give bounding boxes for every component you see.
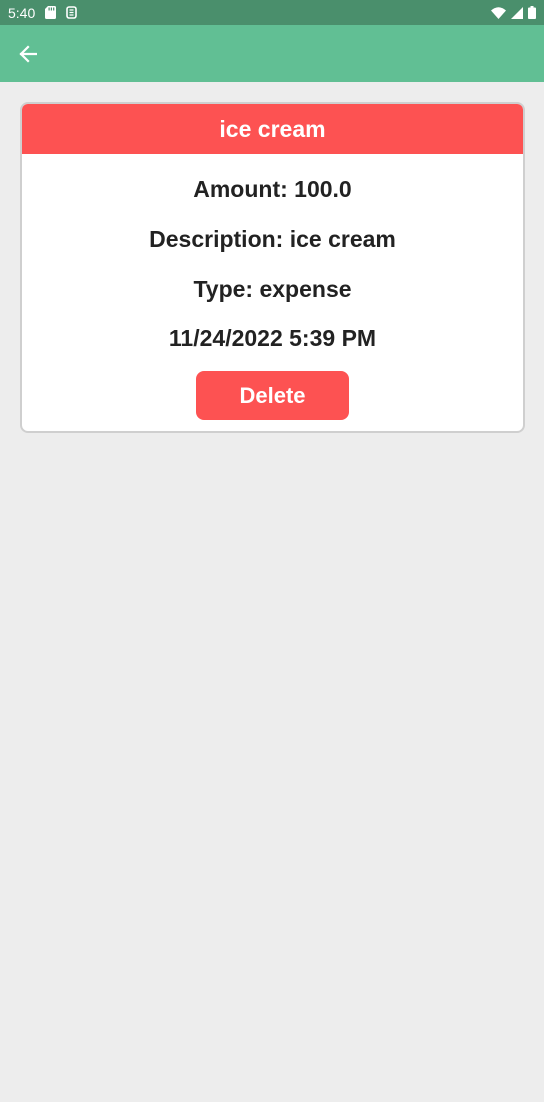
back-button[interactable] xyxy=(0,25,56,82)
amount-text: Amount: 100.0 xyxy=(193,176,352,202)
transaction-card: ice cream Amount: 100.0 Description: ice… xyxy=(20,102,525,433)
card-body: Amount: 100.0 Description: ice cream Typ… xyxy=(22,154,523,420)
status-left: 5:40 xyxy=(8,4,78,21)
status-time: 5:40 xyxy=(8,4,36,21)
wifi-icon xyxy=(491,6,506,19)
arrow-back-icon xyxy=(19,44,37,63)
battery-icon xyxy=(528,6,536,19)
transaction-title: ice cream xyxy=(219,115,326,142)
app-bar xyxy=(0,25,544,82)
status-bar: 5:40 xyxy=(0,0,544,25)
date-text: 11/24/2022 5:39 PM xyxy=(168,325,377,351)
sd-card-icon xyxy=(45,6,57,19)
delete-button[interactable]: Delete xyxy=(196,371,349,420)
status-right xyxy=(491,6,536,19)
description-text: Description: ice cream xyxy=(149,226,396,252)
cell-signal-icon xyxy=(511,6,523,19)
type-text: Type: expense xyxy=(193,276,352,302)
card-header: ice cream xyxy=(22,104,523,154)
app-notification-icon xyxy=(66,6,78,19)
